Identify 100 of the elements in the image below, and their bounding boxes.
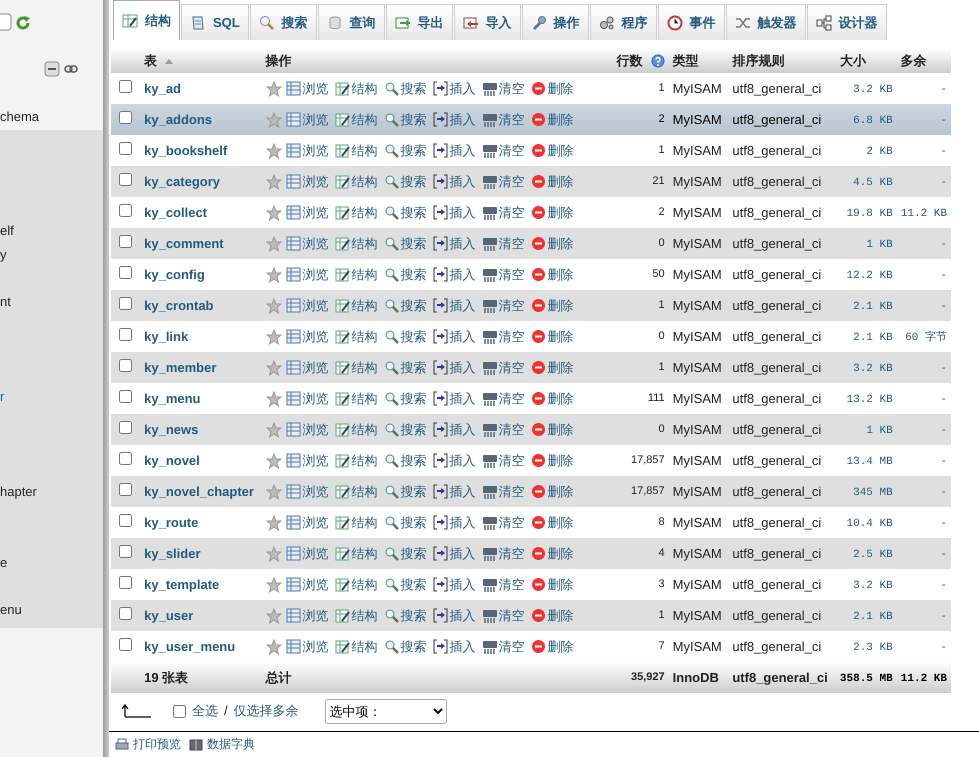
tab[interactable]: SQL — [181, 4, 249, 40]
row-checkbox[interactable] — [119, 142, 132, 155]
row-checkbox[interactable] — [119, 234, 132, 248]
action-link[interactable]: 结构 — [334, 544, 378, 564]
row-checkbox[interactable] — [119, 328, 132, 341]
action-link[interactable]: 删除 — [530, 388, 574, 408]
action-link[interactable]: 插入 — [432, 264, 476, 284]
action-link[interactable]: 浏览 — [286, 172, 329, 192]
action-link[interactable]: 删除 — [530, 78, 574, 98]
action-link[interactable]: 浏览 — [286, 574, 329, 594]
action-link[interactable]: 浏览 — [286, 544, 329, 564]
sidebar-item[interactable]: y — [0, 243, 103, 267]
action-link[interactable]: 清空 — [482, 110, 525, 130]
tab[interactable]: 搜索 — [250, 4, 317, 40]
row-checkbox[interactable] — [119, 514, 132, 527]
action-link[interactable]: 插入 — [432, 482, 476, 502]
check-all-link[interactable]: 全选 — [192, 701, 218, 721]
tab[interactable]: 触发器 — [726, 4, 806, 40]
row-checkbox[interactable] — [119, 172, 132, 186]
action-link[interactable]: 搜索 — [384, 544, 427, 564]
tab[interactable]: 操作 — [522, 4, 589, 40]
action-link[interactable]: 搜索 — [384, 606, 427, 626]
bulk-action-select[interactable]: 选中项： — [324, 698, 447, 724]
table-name-link[interactable]: ky_bookshelf — [144, 142, 228, 158]
tab[interactable]: 程序 — [590, 4, 657, 40]
row-checkbox[interactable] — [119, 266, 132, 279]
action-link[interactable]: 搜索 — [384, 326, 427, 346]
table-name-link[interactable]: ky_template — [144, 576, 220, 592]
sidebar-item[interactable]: hapter — [0, 480, 103, 504]
action-link[interactable]: 结构 — [334, 110, 378, 130]
action-link[interactable]: 清空 — [482, 636, 525, 656]
action-link[interactable]: 结构 — [334, 140, 378, 160]
table-name-link[interactable]: ky_novel — [144, 452, 200, 468]
tab[interactable]: 查询 — [318, 4, 385, 40]
action-link[interactable]: 删除 — [530, 450, 574, 470]
action-link[interactable]: 搜索 — [384, 264, 427, 284]
action-link[interactable]: 插入 — [432, 420, 476, 440]
row-checkbox[interactable] — [119, 80, 132, 93]
action-link[interactable]: 插入 — [432, 606, 476, 626]
action-link[interactable]: 结构 — [334, 172, 378, 192]
tab[interactable]: 事件 — [658, 4, 725, 40]
action-link[interactable]: 删除 — [530, 358, 574, 378]
action-link[interactable]: 清空 — [482, 450, 525, 470]
action-link[interactable]: 搜索 — [384, 234, 427, 254]
action-link[interactable]: 结构 — [334, 512, 378, 532]
action-link[interactable]: 删除 — [530, 326, 574, 346]
action-link[interactable]: 插入 — [432, 234, 476, 254]
action-link[interactable]: 插入 — [432, 544, 476, 564]
action-link[interactable]: 插入 — [432, 326, 476, 346]
action-link[interactable]: 删除 — [530, 636, 574, 656]
action-link[interactable]: 插入 — [432, 358, 476, 378]
tab[interactable]: 导出 — [386, 4, 453, 40]
action-link[interactable]: 插入 — [432, 512, 476, 532]
action-link[interactable]: 浏览 — [286, 296, 329, 316]
action-link[interactable]: 插入 — [432, 172, 476, 192]
action-link[interactable]: 插入 — [432, 296, 476, 316]
row-checkbox[interactable] — [119, 576, 132, 589]
sidebar-item[interactable]: enu — [0, 598, 103, 622]
action-link[interactable]: 搜索 — [384, 574, 427, 594]
row-checkbox[interactable] — [119, 358, 132, 372]
action-link[interactable]: 清空 — [482, 140, 525, 160]
action-link[interactable]: 删除 — [530, 140, 574, 160]
action-link[interactable]: 清空 — [482, 358, 525, 378]
action-link[interactable]: 清空 — [482, 420, 525, 440]
table-name-link[interactable]: ky_user_menu — [144, 638, 236, 654]
action-link[interactable]: 搜索 — [384, 420, 427, 440]
action-link[interactable]: 结构 — [334, 326, 378, 346]
action-link[interactable]: 浏览 — [286, 202, 329, 222]
action-link[interactable]: 结构 — [334, 420, 378, 440]
action-link[interactable]: 插入 — [432, 110, 476, 130]
action-link[interactable]: 删除 — [530, 482, 574, 502]
action-link[interactable]: 删除 — [530, 420, 574, 440]
row-checkbox[interactable] — [119, 452, 132, 465]
action-link[interactable]: 搜索 — [384, 358, 427, 378]
action-link[interactable]: 插入 — [432, 574, 476, 594]
footer-link[interactable]: 打印预览 — [115, 737, 181, 751]
action-link[interactable]: 结构 — [334, 388, 378, 408]
action-link[interactable]: 删除 — [530, 264, 574, 284]
column-header[interactable]: 操作 — [266, 50, 292, 70]
action-link[interactable]: 结构 — [334, 358, 378, 378]
database-label[interactable]: chema — [0, 105, 40, 129]
action-link[interactable]: 清空 — [482, 264, 525, 284]
action-link[interactable]: 结构 — [334, 606, 378, 626]
action-link[interactable]: 结构 — [334, 574, 378, 594]
row-checkbox[interactable] — [119, 420, 132, 434]
row-checkbox[interactable] — [119, 606, 132, 620]
table-name-link[interactable]: ky_ad — [144, 80, 181, 96]
action-link[interactable]: 清空 — [482, 512, 525, 532]
action-link[interactable]: 清空 — [482, 606, 525, 626]
action-link[interactable]: 搜索 — [384, 140, 427, 160]
action-link[interactable]: 插入 — [432, 78, 476, 98]
action-link[interactable]: 结构 — [334, 202, 378, 222]
action-link[interactable]: 浏览 — [286, 512, 329, 532]
action-link[interactable]: 结构 — [334, 264, 378, 284]
row-checkbox[interactable] — [119, 482, 132, 496]
sidebar-item[interactable]: elf — [0, 219, 103, 244]
action-link[interactable]: 清空 — [482, 202, 525, 222]
action-link[interactable]: 浏览 — [286, 110, 329, 130]
sidebar-item[interactable]: r — [0, 385, 103, 409]
table-name-link[interactable]: ky_route — [144, 514, 198, 530]
